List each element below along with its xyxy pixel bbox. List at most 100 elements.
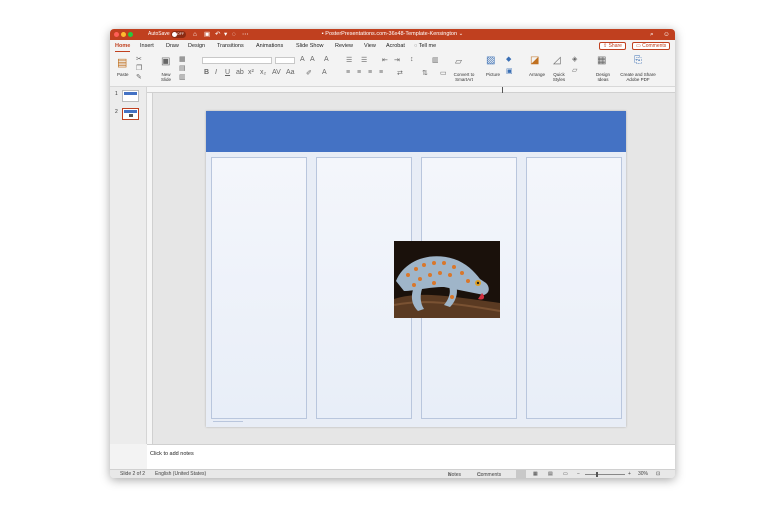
zoom-slider-thumb[interactable] [596,472,598,477]
zoom-out-icon[interactable]: − [577,471,580,477]
font-family-select[interactable] [202,57,272,64]
align-left-icon[interactable]: ≡ [346,69,350,76]
justify-icon[interactable]: ≡ [379,69,383,76]
tab-review[interactable]: Review [335,43,353,49]
poster-column-1[interactable] [211,157,307,419]
superscript-icon[interactable]: x² [248,69,254,76]
design-ideas-button[interactable]: Design Ideas [594,72,612,82]
paste-button[interactable]: Paste [117,72,129,77]
decrease-indent-icon[interactable]: ⇤ [382,56,388,64]
quick-styles-button[interactable]: Quick Styles [550,72,568,82]
copy-icon[interactable]: ❐ [136,64,142,72]
text-box-insert-icon[interactable]: ▣ [506,67,513,75]
convert-smartart-button[interactable]: Convert to SmartArt [448,72,480,82]
comments-button[interactable]: ▭ Comments [632,42,671,50]
zoom-level[interactable]: 30% [638,471,648,477]
tell-me-search[interactable]: ◌ Tell me [414,43,436,49]
adobe-pdf-icon[interactable]: ⎘ [634,55,642,66]
title-bar: AutoSave OFF ⌂ ▣ ↶ ▾ ◌ ⋯ ▪ PosterPresent… [110,29,675,40]
new-slide-button[interactable]: New Slide [158,72,174,82]
numbering-icon[interactable]: ☰ [361,56,367,64]
zoom-in-icon[interactable]: + [628,471,631,477]
slide[interactable] [206,111,626,427]
bullets-icon[interactable]: ☰ [346,56,352,64]
design-ideas-icon[interactable]: ▦ [597,55,606,66]
highlight-icon[interactable]: ✐ [306,69,312,77]
bold-icon[interactable]: B [204,69,209,76]
shrink-font-icon[interactable]: A [310,56,315,63]
status-bar: Slide 2 of 2 English (United States) ≡ N… [110,469,675,478]
share-button[interactable]: ⇪ Share [599,42,626,50]
quick-styles-icon[interactable]: ◿ [553,55,561,66]
shape-fill-icon[interactable]: ◈ [572,55,577,63]
change-case-icon[interactable]: Aa [286,69,295,76]
fit-slide-icon[interactable]: ⊡ [656,471,660,477]
text-box-icon[interactable]: ▭ [440,69,447,77]
tab-home[interactable]: Home [115,43,131,52]
normal-view-icon[interactable] [516,470,526,478]
footer-placeholder [213,421,243,422]
columns-icon[interactable]: ▥ [432,56,439,64]
italic-icon[interactable]: I [215,69,217,76]
new-slide-icon[interactable]: ▣ [161,56,170,67]
arrange-button[interactable]: Arrange [529,72,545,77]
line-spacing-icon[interactable]: ↕ [410,56,414,63]
gecko-photo[interactable] [394,241,500,318]
picture-icon[interactable]: ▨ [486,55,495,66]
tab-slide-show[interactable]: Slide Show [296,43,324,49]
tab-draw[interactable]: Draw [166,43,179,49]
tab-view[interactable]: View [364,43,376,49]
poster-header-bar[interactable] [206,111,626,152]
slide-thumbnail-1[interactable] [122,90,139,102]
tab-insert[interactable]: Insert [140,43,154,49]
tab-transitions[interactable]: Transitions [217,43,244,49]
strikethrough-icon[interactable]: ab [236,69,244,76]
slide-thumbnails-pane: 1 2 [110,87,147,444]
section-icon[interactable]: ▥ [179,73,186,81]
reading-view-icon[interactable]: ▤ [548,471,553,477]
chevron-down-icon[interactable]: ⌄ [457,31,464,37]
language-indicator[interactable]: English (United States) [155,471,206,477]
poster-column-4[interactable] [526,157,622,419]
text-direction-icon[interactable]: ⇄ [397,69,403,77]
create-pdf-button[interactable]: Create and Share Adobe PDF [618,72,658,82]
slideshow-icon[interactable]: ▭ [563,471,568,477]
notes-placeholder[interactable]: Click to add notes [150,451,194,457]
zoom-slider[interactable] [585,472,625,477]
slide-sorter-icon[interactable]: ▦ [533,471,538,477]
account-icon[interactable]: ☺ [663,30,670,39]
align-center-icon[interactable]: ≡ [357,69,361,76]
notes-pane[interactable]: Click to add notes [147,444,675,469]
font-size-select[interactable] [275,57,295,64]
font-color-icon[interactable]: A [322,69,327,76]
cut-icon[interactable]: ✂ [136,55,142,63]
shape-outline-icon[interactable]: ▱ [572,66,577,74]
arrange-icon[interactable]: ◪ [530,55,539,66]
picture-button[interactable]: Picture [486,72,500,77]
ribbon-tabs: Home Insert Draw Design Transitions Anim… [110,40,675,52]
tab-design[interactable]: Design [188,43,205,49]
reset-icon[interactable]: ▤ [179,64,186,72]
smartart-icon[interactable]: ▱ [455,56,462,67]
layout-icon[interactable]: ▦ [179,55,186,63]
slide-editing-area[interactable] [153,93,675,444]
slide-thumbnail-2[interactable] [122,108,139,120]
shapes-icon[interactable]: ◆ [506,55,511,63]
thumbnail-number: 2 [115,109,118,115]
char-spacing-icon[interactable]: AV [272,69,281,76]
subscript-icon[interactable]: x₂ [260,69,266,76]
gecko-illustration [394,241,500,318]
clear-formatting-icon[interactable]: A [324,56,329,63]
underline-icon[interactable]: U [225,69,230,76]
format-painter-icon[interactable]: ✎ [136,73,142,81]
tab-animations[interactable]: Animations [256,43,283,49]
tab-acrobat[interactable]: Acrobat [386,43,405,49]
ribbon-home: ▤ Paste ✂ ❐ ✎ ▣ New Slide ▦ ▤ ▥ A A A B … [110,52,675,87]
paste-icon[interactable]: ▤ [117,56,127,69]
search-icon[interactable]: ⌕ [650,30,654,39]
increase-indent-icon[interactable]: ⇥ [394,56,400,64]
grow-font-icon[interactable]: A [300,56,305,63]
thumbnail-header [124,110,137,113]
align-right-icon[interactable]: ≡ [368,69,372,76]
align-text-icon[interactable]: ⇅ [422,69,428,77]
